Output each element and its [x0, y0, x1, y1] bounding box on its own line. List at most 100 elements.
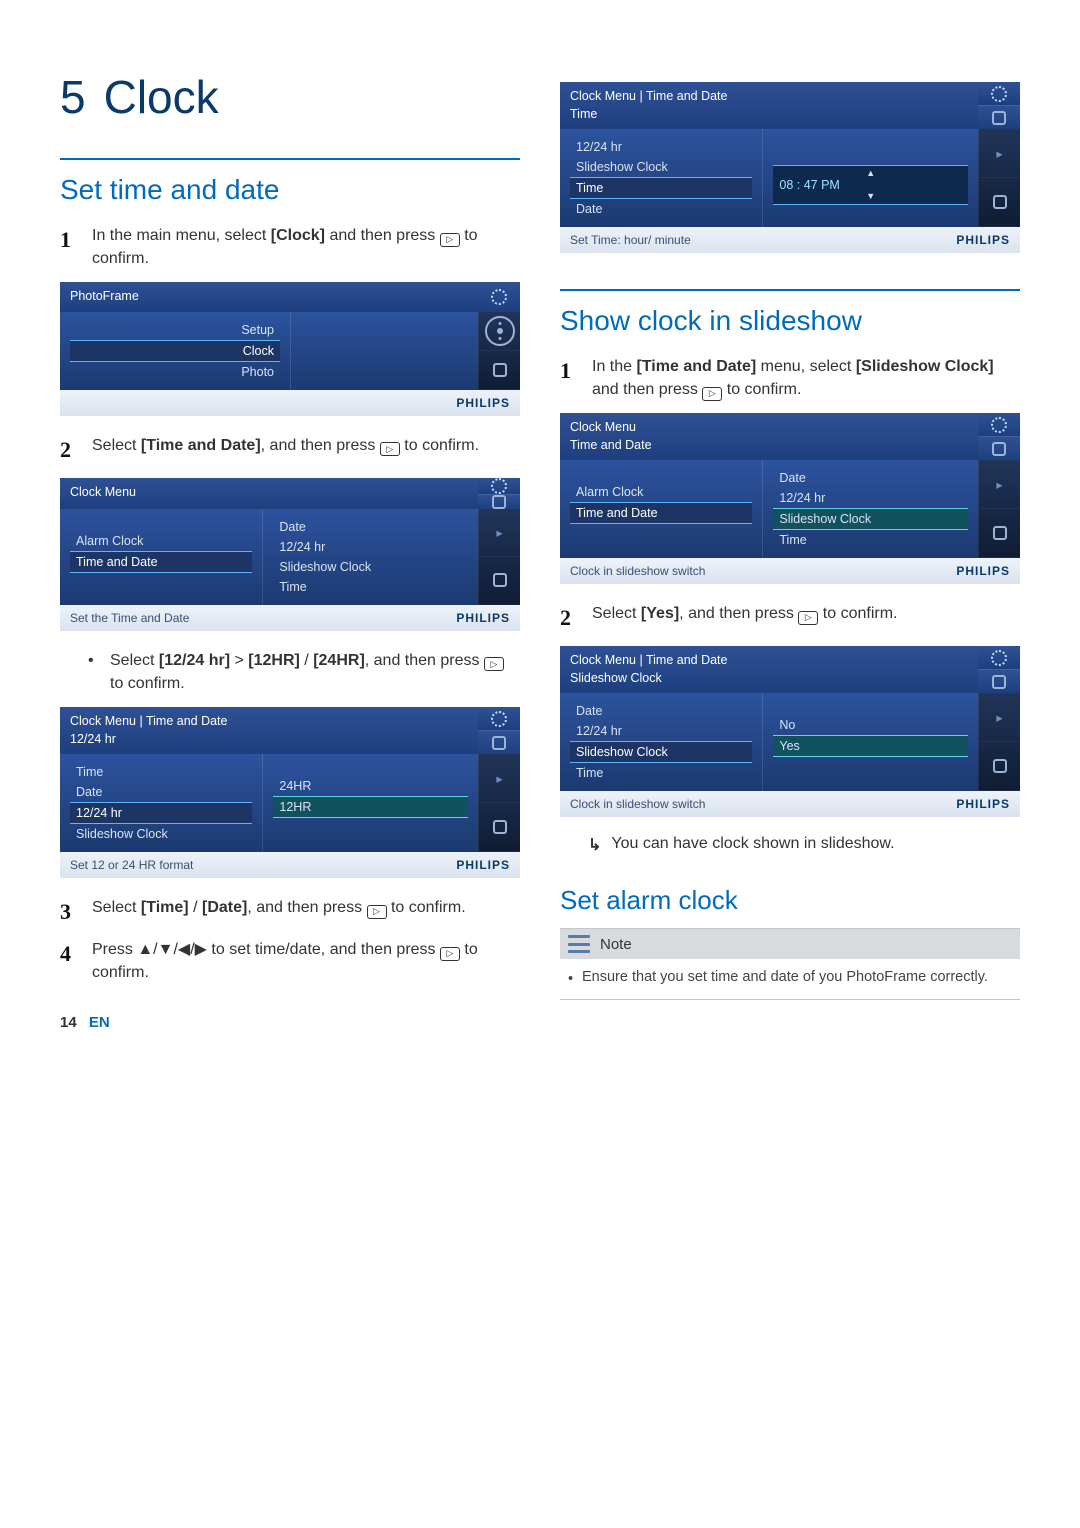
home-icon — [978, 437, 1020, 460]
step-3: 3 Select [Time] / [Date], and then press… — [60, 896, 520, 928]
bullet-mark: • — [88, 649, 98, 695]
note-icon — [568, 933, 590, 955]
step-number: 1 — [560, 355, 578, 401]
menu-item: 12/24 hr — [570, 721, 752, 741]
home-icon — [479, 351, 520, 390]
home-icon — [479, 557, 520, 605]
gear-icon — [978, 413, 1020, 437]
play-icon — [440, 947, 460, 961]
menu-item: Alarm Clock — [70, 531, 252, 551]
gear-icon — [978, 646, 1020, 670]
menu-item: Time — [70, 762, 252, 782]
gear-icon — [978, 82, 1020, 106]
step-1: 1 In the [Time and Date] menu, select [S… — [560, 355, 1020, 401]
side-icon: ▸ — [979, 129, 1020, 178]
shot-breadcrumb: Clock Menu | Time and Date — [70, 714, 227, 728]
bullet-mark: • — [568, 969, 574, 987]
step-2: 2 Select [Yes], and then press to confir… — [560, 602, 1020, 634]
section-show-clock-slideshow: Show clock in slideshow — [560, 305, 1020, 337]
home-icon — [978, 106, 1020, 129]
side-icon: ▸ — [979, 460, 1020, 509]
gear-icon — [478, 478, 520, 495]
screenshot-1224hr: Clock Menu | Time and Date 12/24 hr Time… — [60, 707, 520, 878]
brand-label: PHILIPS — [956, 564, 1010, 578]
bullet-text: Select [12/24 hr] > [12HR] / [24HR], and… — [110, 649, 520, 695]
step-body: Press ▲/▼/◀/▶ to set time/date, and then… — [92, 938, 520, 984]
play-icon — [367, 905, 387, 919]
status-text: Clock in slideshow switch — [570, 564, 705, 578]
shot-subtitle: Slideshow Clock — [570, 670, 968, 688]
note-label: Note — [600, 936, 632, 953]
side-icon: ▸ — [479, 509, 520, 557]
status-text: Set the Time and Date — [70, 611, 189, 625]
step-body: Select [Yes], and then press to confirm. — [592, 602, 1020, 634]
status-text: Set 12 or 24 HR format — [70, 858, 193, 872]
status-text: Set Time: hour/ minute — [570, 233, 691, 247]
screenshot-photoframe: PhotoFrame Setup Clock Photo — [60, 282, 520, 416]
divider — [60, 158, 520, 160]
screenshot-slideshow-clock: Clock Menu | Time and Date Slideshow Clo… — [560, 646, 1020, 817]
step-1: 1 In the main menu, select [Clock] and t… — [60, 224, 520, 270]
menu-item: 12/24 hr — [273, 537, 468, 557]
step-body: Select [Time] / [Date], and then press t… — [92, 896, 520, 928]
menu-item: No — [773, 715, 968, 735]
menu-item: Slideshow Clock — [570, 157, 752, 177]
section-set-time-date: Set time and date — [60, 174, 520, 206]
play-icon — [440, 233, 460, 247]
chapter-title: Clock — [104, 70, 219, 124]
triangle-up-icon: ▲ — [779, 169, 962, 178]
menu-item-selected: 12/24 hr — [70, 802, 252, 824]
menu-item: Time — [570, 763, 752, 783]
step-body: In the [Time and Date] menu, select [Sli… — [592, 355, 1020, 401]
side-icon: ▸ — [979, 693, 1020, 742]
chapter-heading: 5 Clock — [60, 70, 520, 124]
status-text: Clock in slideshow switch — [570, 797, 705, 811]
home-icon — [478, 731, 520, 754]
menu-item: 12/24 hr — [570, 137, 752, 157]
shot-title: Clock Menu — [570, 420, 636, 434]
triangle-down-icon: ▼ — [779, 192, 962, 201]
shot-subtitle: Time — [570, 106, 968, 124]
result-arrow-icon: ↳ — [588, 835, 601, 855]
menu-item: 24HR — [273, 776, 468, 796]
step-number: 2 — [560, 602, 578, 634]
chapter-number: 5 — [60, 70, 86, 124]
shot-subtitle: 12/24 hr — [70, 731, 468, 749]
screenshot-time: Clock Menu | Time and Date Time 12/24 hr… — [560, 82, 1020, 253]
menu-item-selected: 12HR — [273, 796, 468, 818]
menu-item-selected: Time and Date — [570, 502, 752, 524]
page-number: 14 — [60, 1014, 77, 1031]
home-icon — [979, 509, 1020, 558]
home-icon — [478, 495, 520, 509]
step-4: 4 Press ▲/▼/◀/▶ to set time/date, and th… — [60, 938, 520, 984]
menu-item-selected: Slideshow Clock — [773, 508, 968, 530]
brand-label: PHILIPS — [956, 797, 1010, 811]
step-body: Select [Time and Date], and then press t… — [92, 434, 520, 466]
sub-bullet: • Select [12/24 hr] > [12HR] / [24HR], a… — [88, 649, 520, 695]
menu-item: Date — [70, 782, 252, 802]
menu-item: Time — [773, 530, 968, 550]
menu-item-selected: Slideshow Clock — [570, 741, 752, 763]
play-icon — [380, 442, 400, 456]
brand-label: PHILIPS — [456, 396, 510, 410]
menu-item: 12/24 hr — [773, 488, 968, 508]
home-icon — [979, 178, 1020, 227]
step-body: In the main menu, select [Clock] and the… — [92, 224, 520, 270]
brand-label: PHILIPS — [456, 858, 510, 872]
step-number: 3 — [60, 896, 78, 928]
play-icon — [702, 387, 722, 401]
shot-title: Clock Menu — [60, 478, 478, 509]
menu-item: Date — [570, 199, 752, 219]
menu-item: Slideshow Clock — [70, 824, 252, 844]
menu-item: Date — [773, 468, 968, 488]
menu-item: Slideshow Clock — [273, 557, 468, 577]
step-2: 2 Select [Time and Date], and then press… — [60, 434, 520, 466]
shot-breadcrumb: Clock Menu | Time and Date — [570, 653, 727, 667]
page-language: EN — [89, 1014, 110, 1031]
menu-item: Date — [273, 517, 468, 537]
divider — [560, 289, 1020, 291]
gear-icon — [478, 282, 520, 312]
side-icon: ▸ — [479, 754, 520, 803]
shot-subtitle: Time and Date — [570, 437, 968, 455]
step-number: 2 — [60, 434, 78, 466]
